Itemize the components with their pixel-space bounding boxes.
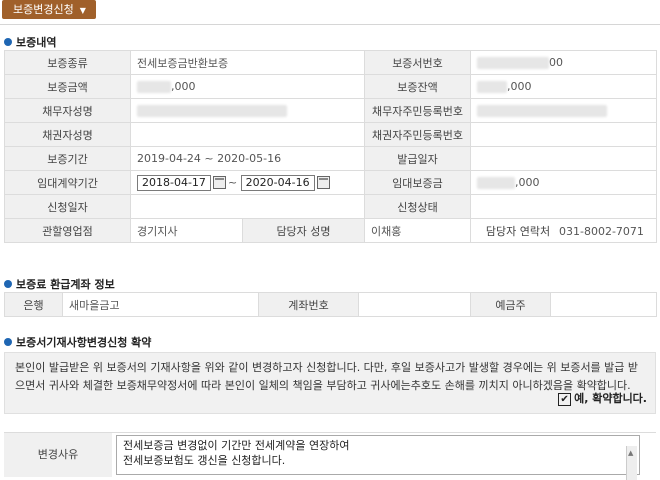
tab-bar: 보증변경신청 ▼ [0,0,660,25]
type-value: 전세보증금반환보증 [130,50,365,75]
agreement-checkbox-group[interactable]: ✔ 예, 확약합니다. [558,390,647,406]
issue-date-value [470,146,657,171]
contact-label: 담당자 연락처 [485,224,551,238]
calendar-icon[interactable] [316,176,330,189]
debtor-value [130,98,365,123]
balance-value: ,000 [470,74,657,99]
manager-name: 이채홍 [371,224,402,238]
table-row: 신청일자 신청상태 [4,194,657,219]
agreement-checkbox[interactable]: ✔ [558,392,572,406]
amount-text: ,000 [171,80,196,93]
table-row: 채권자성명 채권자주민등록번호 [4,122,657,147]
reason-row: 변경사유 전세보증금 변경없이 기간만 전세계약을 연장하여 전세보증보험도 갱… [4,432,656,480]
account-value [358,292,471,317]
period-label: 보증기간 [4,146,131,171]
branch-value: 경기지사 [130,218,243,243]
bank-value: 새마을금고 [62,292,259,317]
calendar-icon[interactable] [212,176,226,189]
section-title-text: 보증내역 [16,36,57,49]
section-title-agreement: 보증서기재사항변경신청 확약 [4,334,151,350]
debtor-id-label: 채무자주민등록번호 [364,98,471,123]
holder-label: 예금주 [470,292,551,317]
table-row: 은행 새마을금고 계좌번호 예금주 [4,292,657,317]
branch-label: 관할영업점 [4,218,131,243]
creditor-label: 채권자성명 [4,122,131,147]
deposit-text: ,000 [515,176,540,189]
apply-status-label: 신청상태 [364,194,471,219]
creditor-value [130,122,365,147]
holder-value [550,292,657,317]
redacted-mark [137,81,171,93]
type-label: 보증종류 [4,50,131,75]
table-row: 보증종류 전세보증금반환보증 보증서번호 00 [4,50,657,75]
redacted-mark [477,57,549,69]
table-row: 임대계약기간 2018-04-17 ~ 2020-04-16 임대보증금 ,000 [4,170,657,195]
deposit-value: ,000 [470,170,657,195]
reason-line: 전세보증금 변경없이 기간만 전세계약을 연장하여 [123,439,350,452]
bullet-icon [4,38,12,46]
tab-label: 보증변경신청 [13,3,74,16]
redacted-mark [477,105,607,117]
balance-text: ,000 [507,80,532,93]
bank-label: 은행 [4,292,63,317]
apply-status-value [470,194,657,219]
debtor-label: 채무자성명 [4,98,131,123]
agreement-box: 본인이 발급받은 위 보증서의 기재사항을 위와 같이 변경하고자 신청합니다.… [4,352,656,414]
caret-down-icon: ▼ [79,6,86,15]
table-row: 보증금액 ,000 보증잔액 ,000 [4,74,657,99]
debtor-id-value [470,98,657,123]
deposit-label: 임대보증금 [364,170,471,195]
table-row: 보증기간 2019-04-24 ~ 2020-05-16 발급일자 [4,146,657,171]
bullet-icon [4,338,12,346]
guarantee-no-value: 00 [470,50,657,75]
table-row: 채무자성명 채무자주민등록번호 [4,98,657,123]
reason-textarea[interactable]: 전세보증금 변경없이 기간만 전세계약을 연장하여 전세보증보험도 갱신을 신청… [116,435,640,480]
contact-value: 031-8002-7071 [559,224,644,238]
creditor-id-label: 채권자주민등록번호 [364,122,471,147]
agreement-checkbox-label: 예, 확약합니다. [574,392,647,405]
table-row: 관할영업점 경기지사 담당자 성명 이채홍 담당자 연락처 031-8002-70… [4,218,657,243]
tab-guarantee-change[interactable]: 보증변경신청 ▼ [2,0,96,19]
section-title-refund: 보증료 환급계좌 정보 [4,276,115,292]
amount-label: 보증금액 [4,74,131,99]
account-label: 계좌번호 [258,292,359,317]
refund-table: 은행 새마을금고 계좌번호 예금주 [4,292,657,317]
reason-line: 전세보증보험도 갱신을 신청합니다. [123,454,286,467]
textarea-scrollbar[interactable] [626,446,637,480]
manager-value: 이채홍 [364,218,471,243]
guarantee-table: 보증종류 전세보증금반환보증 보증서번호 00 보증금액 ,000 보증잔액 ,… [4,50,657,243]
amount-value: ,000 [130,74,365,99]
guarantee-no-text: 00 [549,56,563,69]
creditor-id-value [470,122,657,147]
bullet-icon [4,280,12,288]
balance-label: 보증잔액 [364,74,471,99]
manager-label: 담당자 성명 [242,218,365,243]
apply-date-value [130,194,365,219]
reason-label: 변경사유 [4,433,112,477]
redacted-mark [137,105,287,117]
lease-period-value: 2018-04-17 ~ 2020-04-16 [130,170,365,195]
contact-cell: 담당자 연락처 031-8002-7071 [470,218,657,243]
redacted-mark [477,81,507,93]
period-value: 2019-04-24 ~ 2020-05-16 [130,146,365,171]
apply-date-label: 신청일자 [4,194,131,219]
lease-period-label: 임대계약기간 [4,170,131,195]
agreement-text: 본인이 발급받은 위 보증서의 기재사항을 위와 같이 변경하고자 신청합니다.… [15,361,639,392]
lease-to-input[interactable]: 2020-04-16 [240,174,315,191]
lease-from-input[interactable]: 2018-04-17 [137,174,211,191]
section-title-guarantee: 보증내역 [4,34,56,50]
section-title-text: 보증료 환급계좌 정보 [16,278,115,291]
section-title-text: 보증서기재사항변경신청 확약 [16,336,152,349]
guarantee-no-label: 보증서번호 [364,50,471,75]
issue-date-label: 발급일자 [364,146,471,171]
redacted-mark [477,177,515,189]
